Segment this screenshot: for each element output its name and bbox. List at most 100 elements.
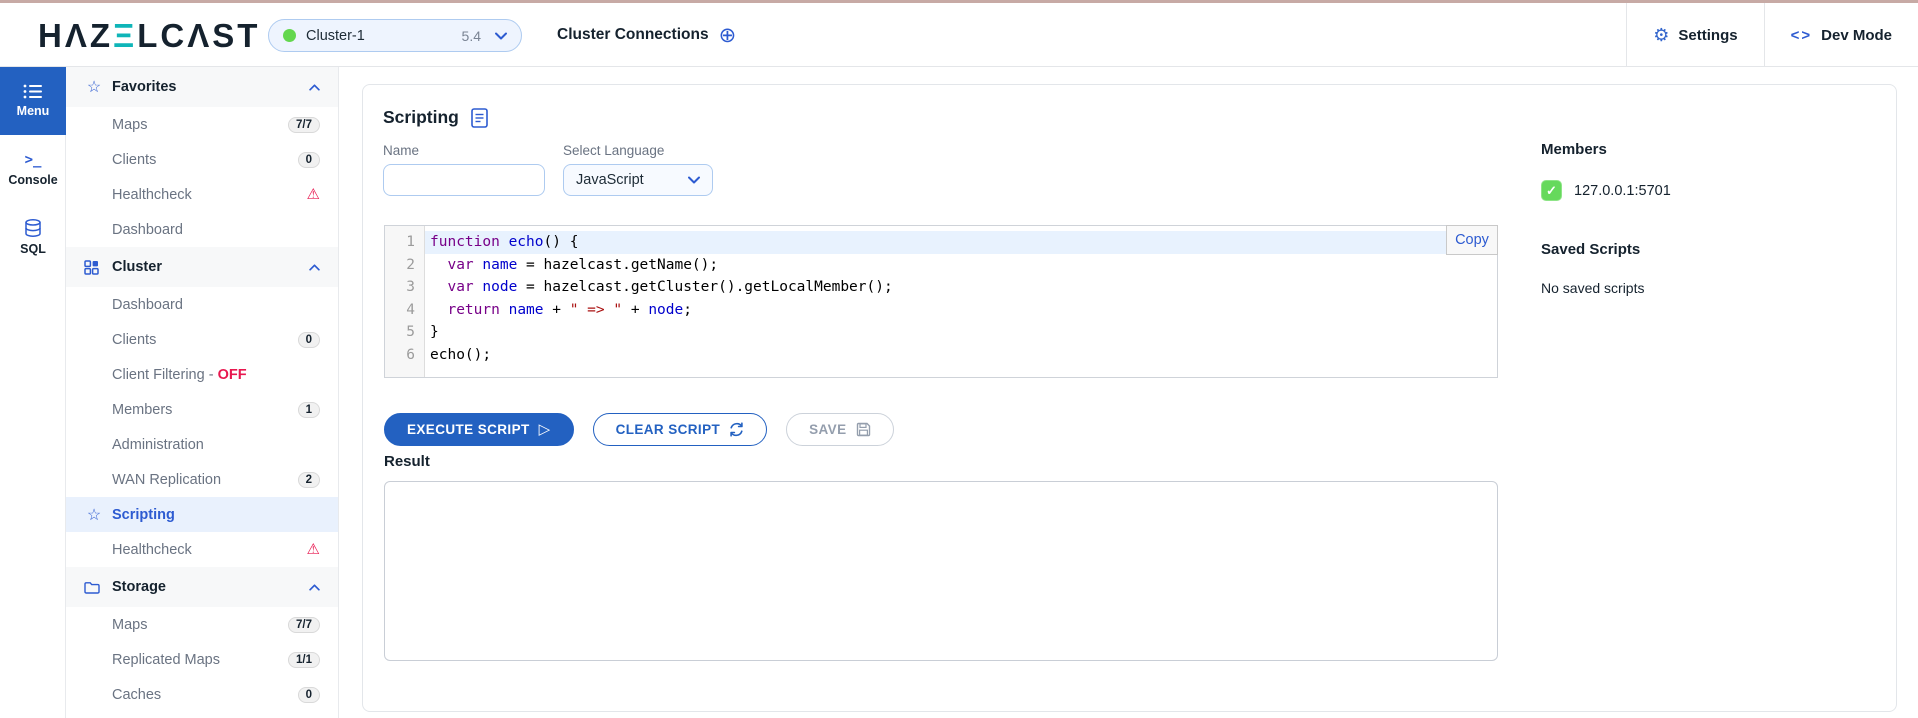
terminal-icon: >_ — [25, 152, 42, 168]
count-badge: 2 — [298, 472, 320, 488]
sidebar-item-caches[interactable]: Caches0 — [66, 677, 338, 712]
sidebar-item-clients[interactable]: Clients 0 — [66, 142, 338, 177]
warning-triangle-icon: ⚠ — [307, 542, 320, 557]
hazelcast-logo: HΛZΞLCΛST — [38, 17, 260, 55]
sidebar-label: Members — [112, 402, 172, 418]
count-badge: 0 — [298, 332, 320, 348]
sidebar-label: Dashboard — [112, 222, 183, 238]
sidebar-item-clients[interactable]: Clients 0 — [66, 322, 338, 357]
code-line: function echo() { — [425, 231, 1497, 254]
code-line: return name + " => " + node; — [425, 299, 1497, 322]
language-select[interactable]: JavaScript — [563, 164, 713, 196]
sidebar-item-maps[interactable]: Maps 7/7 — [66, 107, 338, 142]
add-cluster-connection-icon[interactable]: ⊕ — [719, 25, 737, 46]
sidebar-section-storage[interactable]: Storage — [66, 567, 338, 607]
off-status: OFF — [218, 367, 247, 383]
copy-button[interactable]: Copy — [1446, 225, 1498, 255]
member-row[interactable]: ✓127.0.0.1:5701 — [1541, 180, 1881, 201]
sidebar-label: Maps — [112, 617, 147, 633]
sidebar-item-maps[interactable]: Maps 7/7 — [66, 607, 338, 642]
rail-item-console[interactable]: >_ Console — [0, 135, 66, 203]
cluster-switcher[interactable]: Cluster-1 5.4 — [268, 19, 522, 52]
line-number: 5 — [385, 321, 424, 344]
sidebar-label: Cluster — [112, 259, 162, 275]
result-output[interactable] — [384, 481, 1498, 661]
chevron-down-icon — [495, 32, 507, 40]
sidebar-item-dashboard[interactable]: Dashboard — [66, 287, 338, 322]
sidebar-label: Replicated Maps — [112, 652, 220, 668]
cluster-connections-label: Cluster Connections — [557, 26, 709, 44]
count-badge: 1/1 — [288, 652, 320, 668]
right-panel: Members ✓127.0.0.1:5701 Saved Scripts No… — [1541, 141, 1881, 296]
sidebar-item-replicated-maps[interactable]: Replicated Maps 1/1 — [66, 642, 338, 677]
clear-script-button[interactable]: CLEAR SCRIPT — [593, 413, 768, 446]
save-label: SAVE — [809, 422, 846, 437]
language-field-label: Select Language — [563, 143, 713, 158]
dev-mode-button[interactable]: <> Dev Mode — [1764, 3, 1918, 67]
sidebar-label: Clients — [112, 152, 156, 168]
code-line: var node = hazelcast.getCluster().getLoc… — [425, 276, 1497, 299]
line-number: 6 — [385, 344, 424, 367]
star-icon: ☆ — [84, 77, 104, 97]
sidebar-item-scripting[interactable]: ☆Scripting — [66, 497, 338, 532]
sidebar-section-favorites[interactable]: ☆ Favorites — [66, 67, 338, 107]
cluster-version: 5.4 — [462, 28, 495, 44]
refresh-icon — [729, 422, 744, 437]
code-brackets-icon: <> — [1791, 27, 1813, 44]
rail-console-label: Console — [8, 173, 57, 187]
sidebar-label: Administration — [112, 437, 204, 453]
members-list: ✓127.0.0.1:5701 — [1541, 180, 1881, 201]
sidebar-label: Maps — [112, 117, 147, 133]
rail-item-sql[interactable]: SQL — [0, 203, 66, 271]
sidebar-item-healthcheck[interactable]: Healthcheck ⚠ — [66, 532, 338, 567]
sidebar-item-wan-replication[interactable]: WAN Replication 2 — [66, 462, 338, 497]
sidebar-section-cluster[interactable]: Cluster — [66, 247, 338, 287]
sidebar-label: Favorites — [112, 79, 176, 95]
sidebar-label: Healthcheck — [112, 187, 192, 203]
script-name-input[interactable] — [383, 164, 545, 196]
document-icon[interactable] — [471, 108, 488, 128]
sidebar-label: Healthcheck — [112, 542, 192, 558]
sidebar-label: WAN Replication — [112, 472, 221, 488]
code-line: echo(); — [425, 344, 1497, 367]
sidebar-item-dashboard[interactable]: Dashboard — [66, 212, 338, 247]
settings-button[interactable]: ⚙ Settings — [1626, 3, 1763, 67]
top-bar: HΛZΞLCΛST Cluster-1 5.4 Cluster Connecti… — [0, 3, 1918, 67]
code-line: var name = hazelcast.getName(); — [425, 254, 1497, 277]
line-number: 4 — [385, 299, 424, 322]
rail-item-menu[interactable]: Menu — [0, 67, 66, 135]
sidebar-item-client-filtering[interactable]: Client Filtering - OFF — [66, 357, 338, 392]
clear-script-label: CLEAR SCRIPT — [616, 422, 721, 437]
count-badge: 0 — [298, 152, 320, 168]
sidebar-label: Scripting — [112, 507, 175, 523]
save-button[interactable]: SAVE — [786, 413, 893, 446]
sidebar-label: Dashboard — [112, 297, 183, 313]
chevron-up-icon — [309, 264, 320, 271]
member-address: 127.0.0.1:5701 — [1574, 183, 1671, 199]
code-editor[interactable]: 123456 function echo() { var name = haze… — [384, 225, 1498, 378]
cluster-status-dot — [283, 29, 296, 42]
sidebar-label: Client Filtering - OFF — [112, 367, 247, 383]
editor-line-numbers: 123456 — [385, 226, 425, 377]
rail-menu-label: Menu — [17, 104, 50, 118]
count-badge: 7/7 — [288, 617, 320, 633]
sidebar-nav: ☆FavoritesMaps7/7Clients0Healthcheck⚠Das… — [66, 67, 339, 718]
chevron-up-icon — [309, 584, 320, 591]
page-title: Scripting — [383, 107, 459, 128]
result-label: Result — [384, 453, 430, 470]
editor-code-area[interactable]: function echo() { var name = hazelcast.g… — [425, 226, 1497, 377]
count-badge: 7/7 — [288, 117, 320, 133]
cluster-connections[interactable]: Cluster Connections ⊕ — [557, 3, 736, 67]
rail-sql-label: SQL — [20, 242, 46, 256]
sidebar-item-healthcheck[interactable]: Healthcheck⚠ — [66, 177, 338, 212]
count-badge: 0 — [298, 687, 320, 703]
chevron-up-icon — [309, 84, 320, 91]
sidebar-label: Clients — [112, 332, 156, 348]
play-icon: ▷ — [539, 422, 551, 437]
sidebar-item-administration[interactable]: Administration — [66, 427, 338, 462]
line-number: 1 — [385, 231, 424, 254]
sidebar-item-members[interactable]: Members1 — [66, 392, 338, 427]
cluster-name: Cluster-1 — [306, 28, 365, 44]
saved-scripts-empty: No saved scripts — [1541, 280, 1881, 296]
execute-script-button[interactable]: EXECUTE SCRIPT ▷ — [384, 413, 574, 446]
